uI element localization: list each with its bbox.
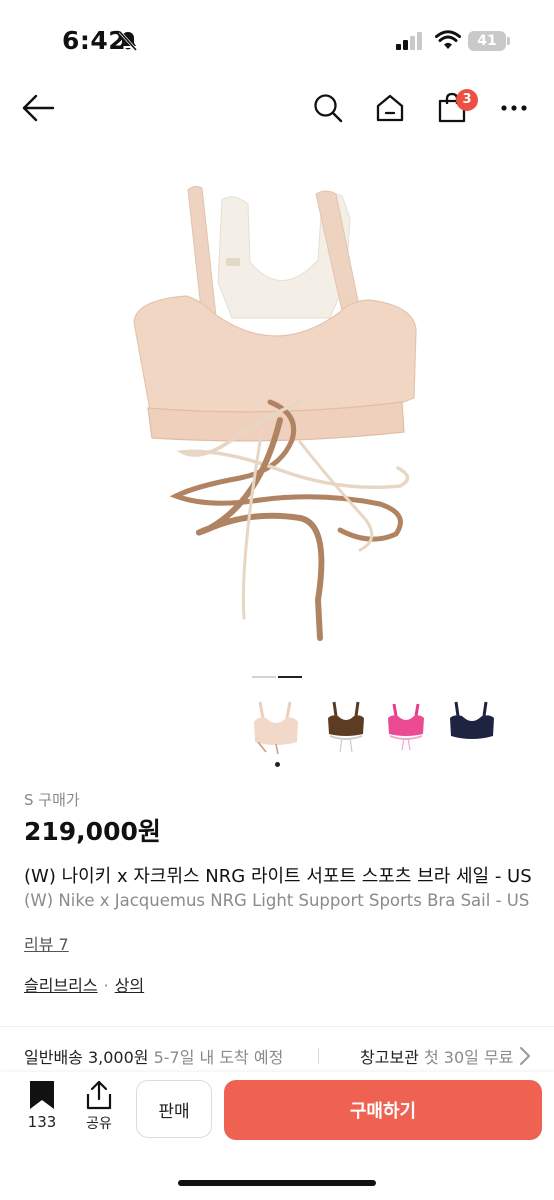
thumbnail-navy[interactable] [444,696,500,756]
share-icon[interactable] [84,1080,114,1110]
divider [0,1026,554,1027]
product-title-ko: (W) 나이키 x 자크뮈스 NRG 라이트 서포트 스포츠 브라 세일 - U… [24,866,532,887]
carousel-indicator [252,676,276,678]
status-bar: 6:42 41 [0,0,554,80]
cart-count-badge: 3 [456,89,478,111]
storage-detail: 첫 30일 무료 [423,1048,514,1067]
status-time: 6:42 [62,26,127,55]
storage-info: 창고보관 첫 30일 무료 [360,1044,513,1068]
carousel-indicator-active [278,676,302,678]
sell-button[interactable]: 판매 [136,1080,212,1138]
bookmark-count: 133 [27,1113,57,1131]
thumbnail-brown[interactable] [318,696,374,756]
bookmark-icon[interactable] [28,1080,56,1110]
wifi-icon [435,30,461,49]
more-button[interactable] [494,88,534,128]
buy-button[interactable]: 구매하기 [224,1080,542,1140]
shipping-separator [318,1048,319,1064]
home-icon [376,94,404,122]
category-link-tops[interactable]: 상의 [115,976,144,995]
category-breadcrumb: 슬리브리스 · 상의 [24,972,144,996]
battery-tip [507,37,510,45]
back-arrow-icon [22,94,55,122]
home-button[interactable] [370,88,410,128]
signal-icon [396,32,422,50]
home-indicator [178,1180,376,1186]
shipping-info-row[interactable]: 일반배송 3,000원 5-7일 내 도착 예정 창고보관 첫 30일 무료 [24,1044,554,1068]
product-title-en: (W) Nike x Jacquemus NRG Light Support S… [24,891,530,910]
size-price-label: S 구매가 [24,791,80,809]
category-separator: · [103,976,109,995]
price: 219,000원 [24,817,161,846]
search-button[interactable] [308,88,348,128]
thumbnail-selected-dot [275,762,280,767]
back-button[interactable] [18,88,58,128]
storage-label: 창고보관 [360,1048,419,1067]
battery-level: 41 [477,33,497,49]
shipping-label: 일반배송 3,000원 [24,1048,149,1067]
more-icon [501,105,527,111]
bell-off-icon [118,31,138,51]
thumbnail-sail[interactable] [248,696,304,756]
color-thumbnails [0,696,554,766]
shipping-eta: 5-7일 내 도착 예정 [153,1048,284,1067]
thumbnail-pink[interactable] [378,696,434,756]
chevron-right-icon[interactable] [518,1046,532,1066]
category-link-sleeveless[interactable]: 슬리브리스 [24,976,98,995]
share-label: 공유 [86,1116,112,1132]
product-image[interactable] [110,160,444,660]
reviews-link[interactable]: 리뷰 7 [24,931,69,955]
search-icon [314,94,343,123]
